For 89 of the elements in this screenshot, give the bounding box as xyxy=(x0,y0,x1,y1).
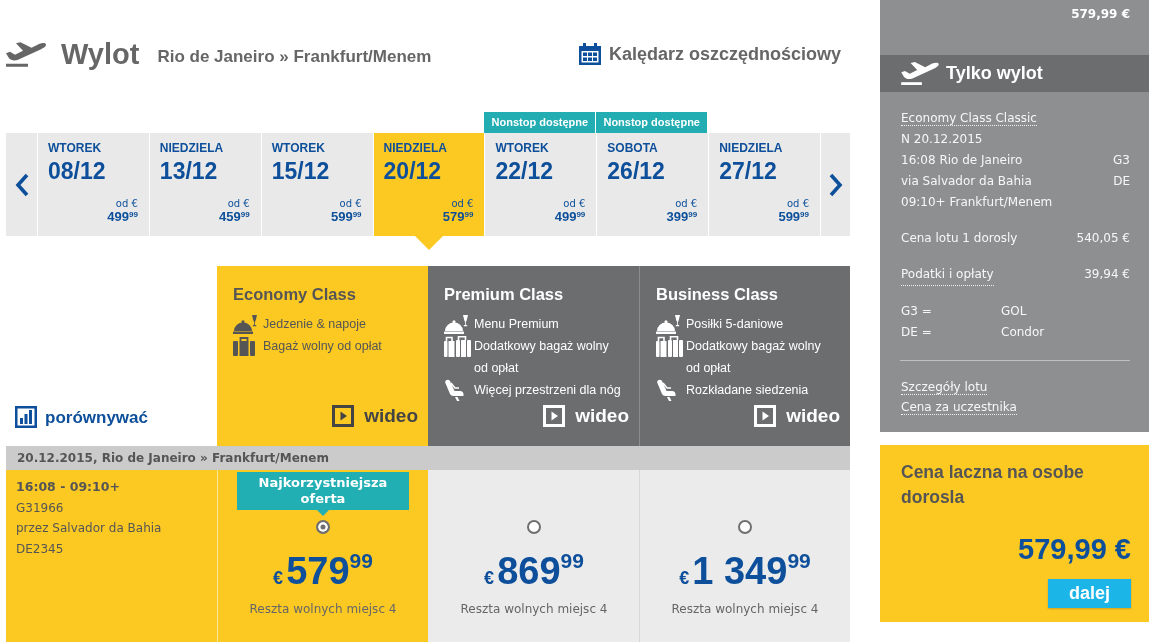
video-link[interactable]: wideo xyxy=(754,401,840,430)
play-icon xyxy=(754,404,777,427)
class-title: Economy Class xyxy=(233,284,357,305)
flight-detail: DE2345 xyxy=(16,540,65,558)
details-link[interactable]: Szczegóły lotu xyxy=(901,380,988,395)
fare-radio[interactable] xyxy=(527,520,541,534)
date-tab[interactable]: NIEDZIELA 13/12 od € 459$^{99}$ xyxy=(148,133,261,236)
video-link[interactable]: wideo xyxy=(543,401,629,430)
date-tab[interactable]: NIEDZIELA 20/12 od € 579$^{99}$ xyxy=(372,133,485,236)
suitcase-icon xyxy=(233,336,255,356)
flight-detail: przez Salvador da Bahia xyxy=(16,520,163,537)
carrier-name: GOL xyxy=(1001,303,1027,320)
best-offer-tooltip: Najkorzystniejsza oferta xyxy=(237,472,409,516)
bar-chart-icon xyxy=(15,406,37,429)
flight-date-route: 20.12.2015, Rio de Janeiro » Frankfurt/Menem xyxy=(6,446,850,470)
carrier-code: G3 = xyxy=(901,303,933,320)
airline-code: DE xyxy=(1113,173,1130,190)
class-card[interactable]: Premium Class Menu Premium Dodatkowy bagaż wolny od opłat Więcej przestrzeni dla nóg wideo xyxy=(428,266,639,446)
feature-text: Bagaż wolny od opłat xyxy=(263,338,382,355)
fare-radio[interactable] xyxy=(738,520,752,534)
meal-icon xyxy=(656,314,680,334)
flight-detail: G31966 xyxy=(16,499,65,517)
feature-text: Posiłki 5-daniowe xyxy=(686,316,784,333)
date-tab[interactable]: WTOREK 08/12 od € 499$^{99}$ xyxy=(37,133,149,236)
class-card[interactable]: Business Class Posiłki 5-daniowe Dodatkowy bagaż wolny od opłat Rozkładane siedzenia wideo xyxy=(639,266,850,446)
chevron-right-icon xyxy=(828,172,843,197)
video-link[interactable]: wideo xyxy=(332,401,418,430)
fare-price: 1 349$^{99}$ xyxy=(692,549,811,593)
meal-icon xyxy=(233,314,257,334)
airline-code: G3 xyxy=(1113,152,1130,169)
currency-symbol: € xyxy=(484,567,495,590)
calendar-icon xyxy=(578,43,601,65)
date-tab[interactable]: WTOREK 22/12 od € 499$^{99}$ xyxy=(484,133,597,236)
summary-total-price: 579,99 € xyxy=(1071,7,1130,21)
date-tab[interactable]: WTOREK 15/12 od € 599$^{99}$ xyxy=(260,133,373,236)
total-price: 579,99 € xyxy=(1017,532,1131,566)
fare-name-link[interactable]: Economy Class Classic xyxy=(901,111,1037,126)
feature-text: Rozkładane siedzenia xyxy=(686,382,809,399)
feature-text: Więcej przestrzeni dla nóg xyxy=(474,382,621,399)
selection-pointer xyxy=(414,236,443,250)
plane-takeoff-icon xyxy=(6,41,46,67)
seat-icon xyxy=(444,379,464,401)
savings-calendar-link[interactable]: Kalędarz oszczędnościowy xyxy=(578,40,841,68)
summary-title: Tylko wylot xyxy=(946,62,1043,85)
route-text: Rio de Janeiro » Frankfurt/Menem xyxy=(157,46,432,69)
details-link[interactable]: Cena za uczestnika xyxy=(901,400,1017,415)
segment-text: 16:08 Rio de Janeiro xyxy=(901,152,1023,169)
fare-price: 869$^{99}$ xyxy=(497,549,584,593)
suitcases-icon xyxy=(444,335,471,357)
date-tab[interactable]: SOBOTA 26/12 od € 399$^{99}$ xyxy=(596,133,709,236)
plane-takeoff-icon xyxy=(901,62,939,85)
carrier-code: DE = xyxy=(901,324,933,341)
flight-times: 16:08 - 09:10+ xyxy=(16,478,121,496)
segment-text: 09:10+ Frankfurt/Menem xyxy=(901,194,1053,211)
carrier-name: Condor xyxy=(1001,324,1045,341)
seats-left-text: Reszta wolnych miejsc 4 xyxy=(460,601,608,618)
segment-text: via Salvador da Bahia xyxy=(901,173,1032,190)
nonstop-badge: Nonstop dostępne xyxy=(484,112,596,133)
seat-icon xyxy=(656,379,676,401)
compare-link[interactable]: porównywać xyxy=(15,404,148,430)
date-tab[interactable]: NIEDZIELA 27/12 od € 599$^{99}$ xyxy=(708,133,820,236)
feature-text: Dodatkowy bagaż wolny od opłat xyxy=(686,338,822,377)
price-value: 540,05 € xyxy=(1076,230,1130,247)
play-icon xyxy=(543,404,566,427)
next-dates-button[interactable] xyxy=(820,133,850,236)
class-title: Premium Class xyxy=(444,284,565,305)
currency-symbol: € xyxy=(679,567,690,590)
price-value: 39,94 € xyxy=(1084,266,1130,283)
meal-icon xyxy=(444,314,468,334)
feature-text: Menu Premium xyxy=(474,316,559,333)
seats-left-text: Reszta wolnych miejsc 4 xyxy=(249,601,397,618)
play-icon xyxy=(332,404,355,427)
class-card[interactable]: Economy Class Jedzenie & napoje Bagaż wolny od opłat wideo xyxy=(217,266,428,446)
previous-dates-button[interactable] xyxy=(6,133,37,236)
fees-link[interactable]: Podatki i opłaty xyxy=(901,264,994,286)
total-label: Cena laczna na osobe dorosla xyxy=(901,461,1085,509)
page-title: Wylot xyxy=(61,38,140,70)
fare-price: 579$^{99}$ xyxy=(286,549,373,593)
nonstop-badge: Nonstop dostępne xyxy=(596,112,708,133)
chevron-left-icon xyxy=(14,172,29,197)
feature-text: Jedzenie & napoje xyxy=(263,316,366,333)
class-title: Business Class xyxy=(656,284,779,305)
seats-left-text: Reszta wolnych miejsc 4 xyxy=(671,601,819,618)
suitcases-icon xyxy=(656,335,683,357)
fare-radio[interactable] xyxy=(316,520,330,534)
price-label: Cena lotu 1 dorosly xyxy=(901,230,1018,247)
feature-text: Dodatkowy bagaż wolny od opłat xyxy=(474,338,610,377)
currency-symbol: € xyxy=(273,567,284,590)
flight-date: N 20.12.2015 xyxy=(901,132,983,146)
